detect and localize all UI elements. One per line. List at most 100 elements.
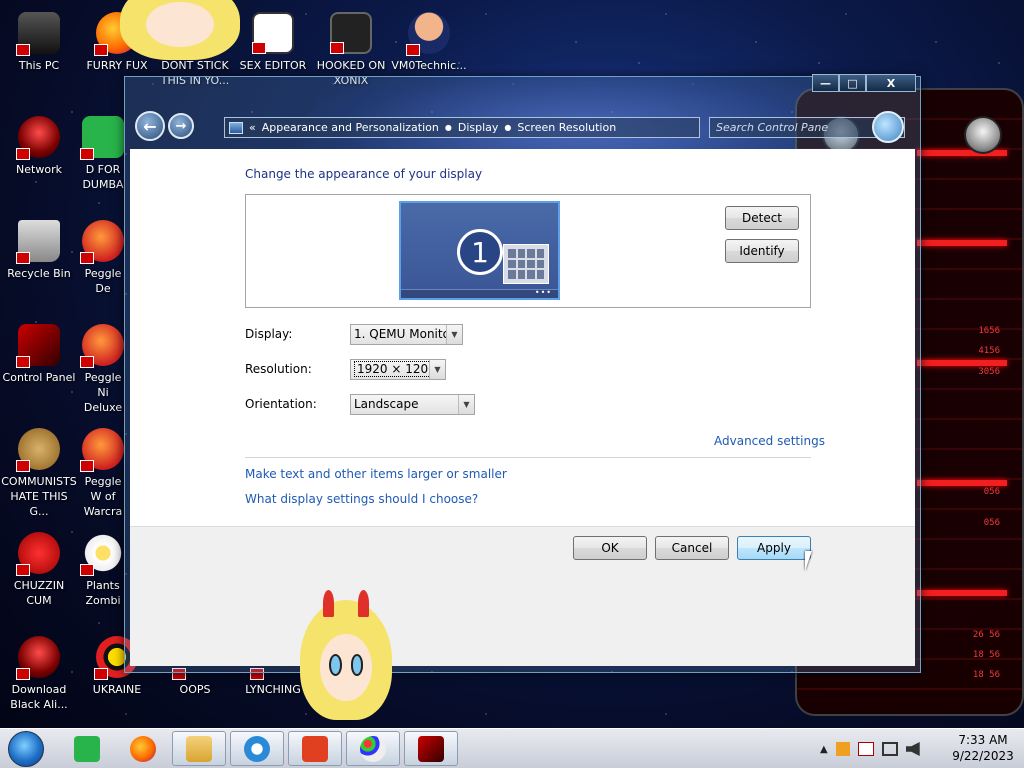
desktop-icon-label: Peggle W of Warcra — [83, 475, 123, 518]
desktop-icon-peggle-warcraft[interactable]: Peggle W of Warcra — [78, 428, 128, 519]
taskbar-clock[interactable]: 7:33 AM 9/22/2023 — [948, 732, 1018, 764]
alien-head-icon — [964, 116, 1002, 154]
clock-date: 9/22/2023 — [952, 749, 1014, 763]
chevron-down-icon: ▼ — [446, 325, 462, 344]
advanced-settings-link[interactable]: Advanced settings — [714, 434, 825, 448]
cartoon-eye — [329, 654, 343, 676]
page-title: Change the appearance of your display — [245, 167, 483, 181]
panel-number: 1656 — [978, 326, 1000, 336]
resolution-select[interactable]: 1920 × 1200 ▼ — [350, 359, 446, 380]
desktop-icon-label: This PC — [18, 59, 60, 72]
panel-number: 26 56 — [972, 630, 1000, 640]
network-icon[interactable] — [881, 742, 898, 756]
panel-number: 056 — [983, 518, 1000, 528]
alien-download-icon — [16, 636, 60, 680]
text-size-link[interactable]: Make text and other items larger or smal… — [245, 467, 507, 481]
cartoon-horn — [357, 590, 369, 617]
monitor-window-icon — [503, 244, 549, 284]
panel-number: 056 — [983, 487, 1000, 497]
resolution-label: Resolution: — [245, 362, 312, 376]
taskbar-paint[interactable] — [346, 731, 400, 766]
breadcrumb-display[interactable]: Display — [458, 121, 499, 134]
desktop-icon-label: OOPS — [179, 683, 211, 696]
desktop-icon-vm0technic[interactable]: VM0Technic... — [390, 12, 468, 73]
desktop-icon-label: COMMUNISTS HATE THIS G... — [1, 475, 77, 518]
headphones-icon — [302, 735, 328, 762]
desktop-icon-chuzzin[interactable]: CHUZZIN CUM — [0, 532, 78, 608]
desktop-icon-control-panel[interactable]: Control Panel — [0, 324, 78, 385]
breadcrumb-separator-icon[interactable]: ● — [504, 123, 511, 132]
taskbar-green-app[interactable] — [60, 731, 114, 766]
desktop-icon-peggle-nights[interactable]: Peggle Ni Deluxe — [78, 324, 128, 415]
cancel-button[interactable]: Cancel — [655, 536, 729, 560]
desktop-icon-plants-zombies[interactable]: Plants Zombi — [78, 532, 128, 608]
desktop-icon-label: Recycle Bin — [7, 267, 71, 280]
panel-number: 4156 — [978, 346, 1000, 356]
doctor-icon — [406, 12, 450, 56]
display-settings-help-link[interactable]: What display settings should I choose? — [245, 492, 478, 506]
desktop-icon-d-for-dumba[interactable]: D FOR DUMBA — [78, 116, 128, 192]
cartoon-eye — [350, 654, 364, 676]
desktop-icon-this-pc[interactable]: This PC — [0, 12, 78, 73]
identify-button[interactable]: Identify — [725, 239, 799, 263]
desktop-icon-peggle-de[interactable]: Peggle De — [78, 220, 128, 296]
volume-icon[interactable] — [905, 742, 920, 756]
desktop-icon-network[interactable]: Network — [0, 116, 78, 177]
panel-number: 18 56 — [972, 650, 1000, 660]
tray-app-icon[interactable] — [835, 742, 850, 756]
taskbar-ie[interactable] — [230, 731, 284, 766]
taskbar-control-panel[interactable] — [404, 731, 458, 766]
desktop-icon-label: Control Panel — [2, 371, 76, 384]
close-button[interactable]: X — [866, 74, 916, 92]
green-doc-icon — [74, 735, 100, 762]
breadcrumb-chevron-icon[interactable]: « — [249, 121, 256, 134]
desktop-icon-sex-editor[interactable]: SEX EDITOR — [234, 12, 312, 73]
taskbar-explorer[interactable] — [172, 731, 226, 766]
action-center-flag-icon[interactable] — [857, 742, 874, 756]
peggle-icon — [80, 428, 124, 472]
display-select[interactable]: 1. QEMU Monitor ▼ — [350, 324, 463, 345]
peggle-icon — [80, 324, 124, 368]
breadcrumb-separator-icon[interactable]: ● — [445, 123, 452, 132]
minimize-button[interactable]: — — [812, 74, 839, 92]
desktop-icon-communists[interactable]: COMMUNISTS HATE THIS G... — [0, 428, 78, 519]
panel-bar — [917, 590, 1007, 596]
detect-button[interactable]: Detect — [725, 206, 799, 230]
flower-icon — [80, 532, 124, 576]
chevron-down-icon: ▼ — [429, 360, 445, 379]
panel-number: 3056 — [978, 367, 1000, 377]
taskbar-firefox[interactable] — [116, 731, 170, 766]
start-button[interactable] — [8, 731, 44, 767]
resolution-select-value: 1920 × 1200 — [354, 361, 439, 377]
orientation-select[interactable]: Landscape ▼ — [350, 394, 475, 415]
maximize-button[interactable]: □ — [839, 74, 866, 92]
monitor-number-badge: 1 — [457, 229, 503, 275]
panel-number: 18 56 — [972, 670, 1000, 680]
desktop-icon-label: CHUZZIN CUM — [13, 579, 65, 607]
address-bar[interactable]: « Appearance and Personalization ● Displ… — [224, 117, 700, 138]
taskbar-media[interactable] — [288, 731, 342, 766]
control-panel-icon — [229, 121, 243, 134]
tray-expand-icon[interactable]: ▲ — [820, 744, 828, 755]
system-tray: ▲ — [820, 734, 920, 764]
internet-explorer-icon — [244, 735, 270, 762]
search-icon[interactable] — [872, 111, 904, 143]
display-select-value: 1. QEMU Monitor — [354, 327, 455, 341]
apply-button[interactable]: Apply — [737, 536, 811, 560]
back-button[interactable]: ← — [135, 111, 165, 141]
ok-button[interactable]: OK — [573, 536, 647, 560]
desktop-icon-recycle-bin[interactable]: Recycle Bin — [0, 220, 78, 281]
monitor-dots: ••• — [534, 288, 552, 297]
panel-bar — [917, 240, 1007, 246]
green-doc-icon — [80, 116, 124, 160]
panel-bar — [917, 360, 1007, 366]
breadcrumb-appearance[interactable]: Appearance and Personalization — [262, 121, 439, 134]
breadcrumb-screen-resolution[interactable]: Screen Resolution — [517, 121, 616, 134]
clock-time: 7:33 AM — [958, 733, 1008, 747]
forward-button[interactable]: → — [168, 113, 194, 139]
desktop-icon-label: UKRAINE — [92, 683, 142, 696]
cartoon-girl-image — [120, 0, 240, 60]
desktop-icon-download-alien[interactable]: Download Black Ali... — [0, 636, 78, 712]
game-icon — [330, 12, 372, 54]
control-panel-icon — [16, 324, 60, 368]
